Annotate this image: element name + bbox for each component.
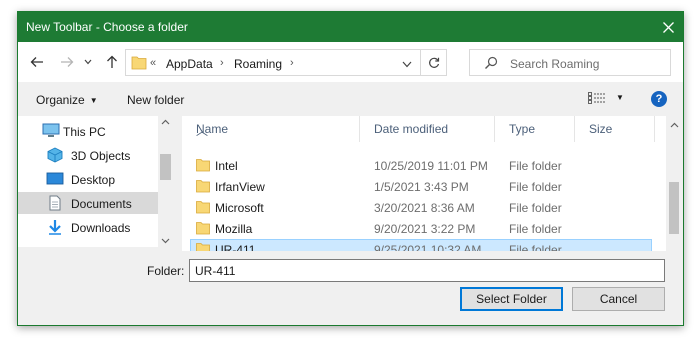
column-header-date-modified[interactable]: Date modified <box>360 116 495 142</box>
up-arrow-icon <box>107 55 117 68</box>
details-view-icon <box>588 92 605 104</box>
caret-down-icon: ▼ <box>89 96 98 105</box>
list-item[interactable]: Mozilla 9/20/2021 3:22 PM File folder <box>190 218 652 239</box>
scroll-down-icon <box>161 238 170 244</box>
new-folder-button[interactable]: New folder <box>127 93 184 107</box>
breadcrumb-separator: › <box>220 57 224 69</box>
list-item[interactable]: Microsoft 3/20/2021 8:36 AM File folder <box>190 197 652 218</box>
address-dropdown-button[interactable] <box>402 57 416 69</box>
file-name: Microsoft <box>215 201 264 215</box>
scrollbar-thumb[interactable] <box>160 154 171 180</box>
sidebar-item-label: 3D Objects <box>71 149 131 163</box>
file-type: File folder <box>509 159 562 173</box>
column-label: Size <box>589 122 613 136</box>
organize-menu[interactable]: Organize ▼ <box>36 93 98 107</box>
address-bar[interactable]: « AppData › Roaming › <box>125 49 447 76</box>
folder-icon <box>196 243 210 251</box>
breadcrumb-appdata[interactable]: AppData <box>166 57 213 71</box>
sidebar-item-downloads[interactable]: Downloads <box>18 216 158 238</box>
folder-icon <box>196 201 210 214</box>
list-item-selected[interactable]: UR-411 9/25/2021 10:32 AM File folder <box>190 239 652 251</box>
column-label: Date modified <box>374 122 449 136</box>
help-button[interactable]: ? <box>651 91 667 107</box>
sidebar-item-label: Documents <box>71 197 132 211</box>
scroll-up-icon <box>161 119 170 125</box>
file-type: File folder <box>509 201 562 215</box>
file-list: Name ︿ Date modified Type Size Intel 10/… <box>182 116 682 251</box>
forward-arrow-icon <box>61 57 74 67</box>
back-button[interactable] <box>27 52 47 72</box>
file-type: File folder <box>509 180 562 194</box>
3d-objects-icon <box>47 147 63 163</box>
folder-name-input[interactable]: UR-411 <box>189 259 665 282</box>
folder-icon <box>196 180 210 193</box>
list-item[interactable]: IrfanView 1/5/2021 3:43 PM File folder <box>190 176 652 197</box>
up-button[interactable] <box>102 52 122 72</box>
scroll-up-icon <box>670 122 679 128</box>
recent-locations-button[interactable] <box>82 52 94 72</box>
file-date: 9/20/2021 3:22 PM <box>374 222 476 236</box>
help-icon: ? <box>655 93 663 105</box>
file-name: Mozilla <box>215 222 253 236</box>
select-folder-button[interactable]: Select Folder <box>460 287 563 311</box>
column-header-name[interactable]: Name ︿ <box>182 116 360 142</box>
caret-down-icon: ▼ <box>616 93 624 102</box>
sort-ascending-icon: ︿ <box>196 124 209 138</box>
file-date: 9/25/2021 10:32 AM <box>374 243 482 251</box>
forward-button[interactable] <box>57 52 77 72</box>
sidebar-item-label: Desktop <box>71 173 116 187</box>
folder-icon <box>196 159 210 172</box>
breadcrumb-separator: › <box>290 57 294 69</box>
search-icon <box>485 56 498 69</box>
folder-label: Folder: <box>147 264 185 278</box>
folder-icon <box>131 56 147 70</box>
navigation-pane: This PC 3D Objects Desktop Documents Dow… <box>18 116 173 247</box>
documents-icon <box>49 195 61 211</box>
breadcrumb-roaming[interactable]: Roaming <box>234 57 282 71</box>
chevron-down-icon <box>84 59 92 65</box>
cancel-button[interactable]: Cancel <box>572 287 665 311</box>
file-date: 10/25/2019 11:01 PM <box>374 159 488 173</box>
file-name: UR-411 <box>215 243 256 251</box>
file-type: File folder <box>509 243 562 251</box>
command-bar: Organize ▼ New folder ▼ ? <box>18 82 683 116</box>
close-icon <box>662 21 674 33</box>
sidebar-item-documents[interactable]: Documents <box>18 192 158 214</box>
file-date: 1/5/2021 3:43 PM <box>374 180 469 194</box>
sidebar-item-desktop[interactable]: Desktop <box>18 168 158 190</box>
sidebar-item-label: This PC <box>63 125 106 139</box>
scrollbar-thumb[interactable] <box>669 182 679 234</box>
choose-folder-dialog: New Toolbar - Choose a folder « AppData … <box>17 11 684 326</box>
refresh-icon <box>428 57 439 68</box>
folder-icon <box>196 222 210 235</box>
pc-icon <box>42 123 60 137</box>
navigation-bar: « AppData › Roaming › Search Roaming <box>18 42 683 82</box>
breadcrumb-overflow[interactable]: « <box>150 57 156 69</box>
column-header-type[interactable]: Type <box>495 116 575 142</box>
window-title: New Toolbar - Choose a folder <box>26 20 188 34</box>
file-name: IrfanView <box>215 180 265 194</box>
column-header-size[interactable]: Size <box>575 116 655 142</box>
desktop-icon <box>46 172 64 185</box>
column-label: Type <box>509 122 536 136</box>
change-view-button[interactable]: ▼ <box>588 92 628 106</box>
sidebar-item-label: Downloads <box>71 221 131 235</box>
list-item[interactable]: Intel 10/25/2019 11:01 PM File folder <box>190 155 652 176</box>
sidebar-item-3d-objects[interactable]: 3D Objects <box>18 144 158 166</box>
sidebar-item-this-pc[interactable]: This PC <box>18 120 158 142</box>
file-date: 3/20/2021 8:36 AM <box>374 201 475 215</box>
close-button[interactable] <box>653 12 683 42</box>
file-name: Intel <box>215 159 238 173</box>
search-placeholder: Search Roaming <box>510 57 600 71</box>
chevron-down-icon <box>402 61 412 68</box>
sidebar-scrollbar[interactable] <box>158 116 173 247</box>
back-arrow-icon <box>30 57 43 67</box>
file-type: File folder <box>509 222 562 236</box>
search-box[interactable]: Search Roaming <box>469 49 671 76</box>
refresh-button[interactable] <box>420 50 446 75</box>
organize-label: Organize <box>36 93 85 107</box>
downloads-icon <box>49 220 61 235</box>
title-bar: New Toolbar - Choose a folder <box>18 12 683 42</box>
file-list-scrollbar[interactable] <box>666 116 682 251</box>
